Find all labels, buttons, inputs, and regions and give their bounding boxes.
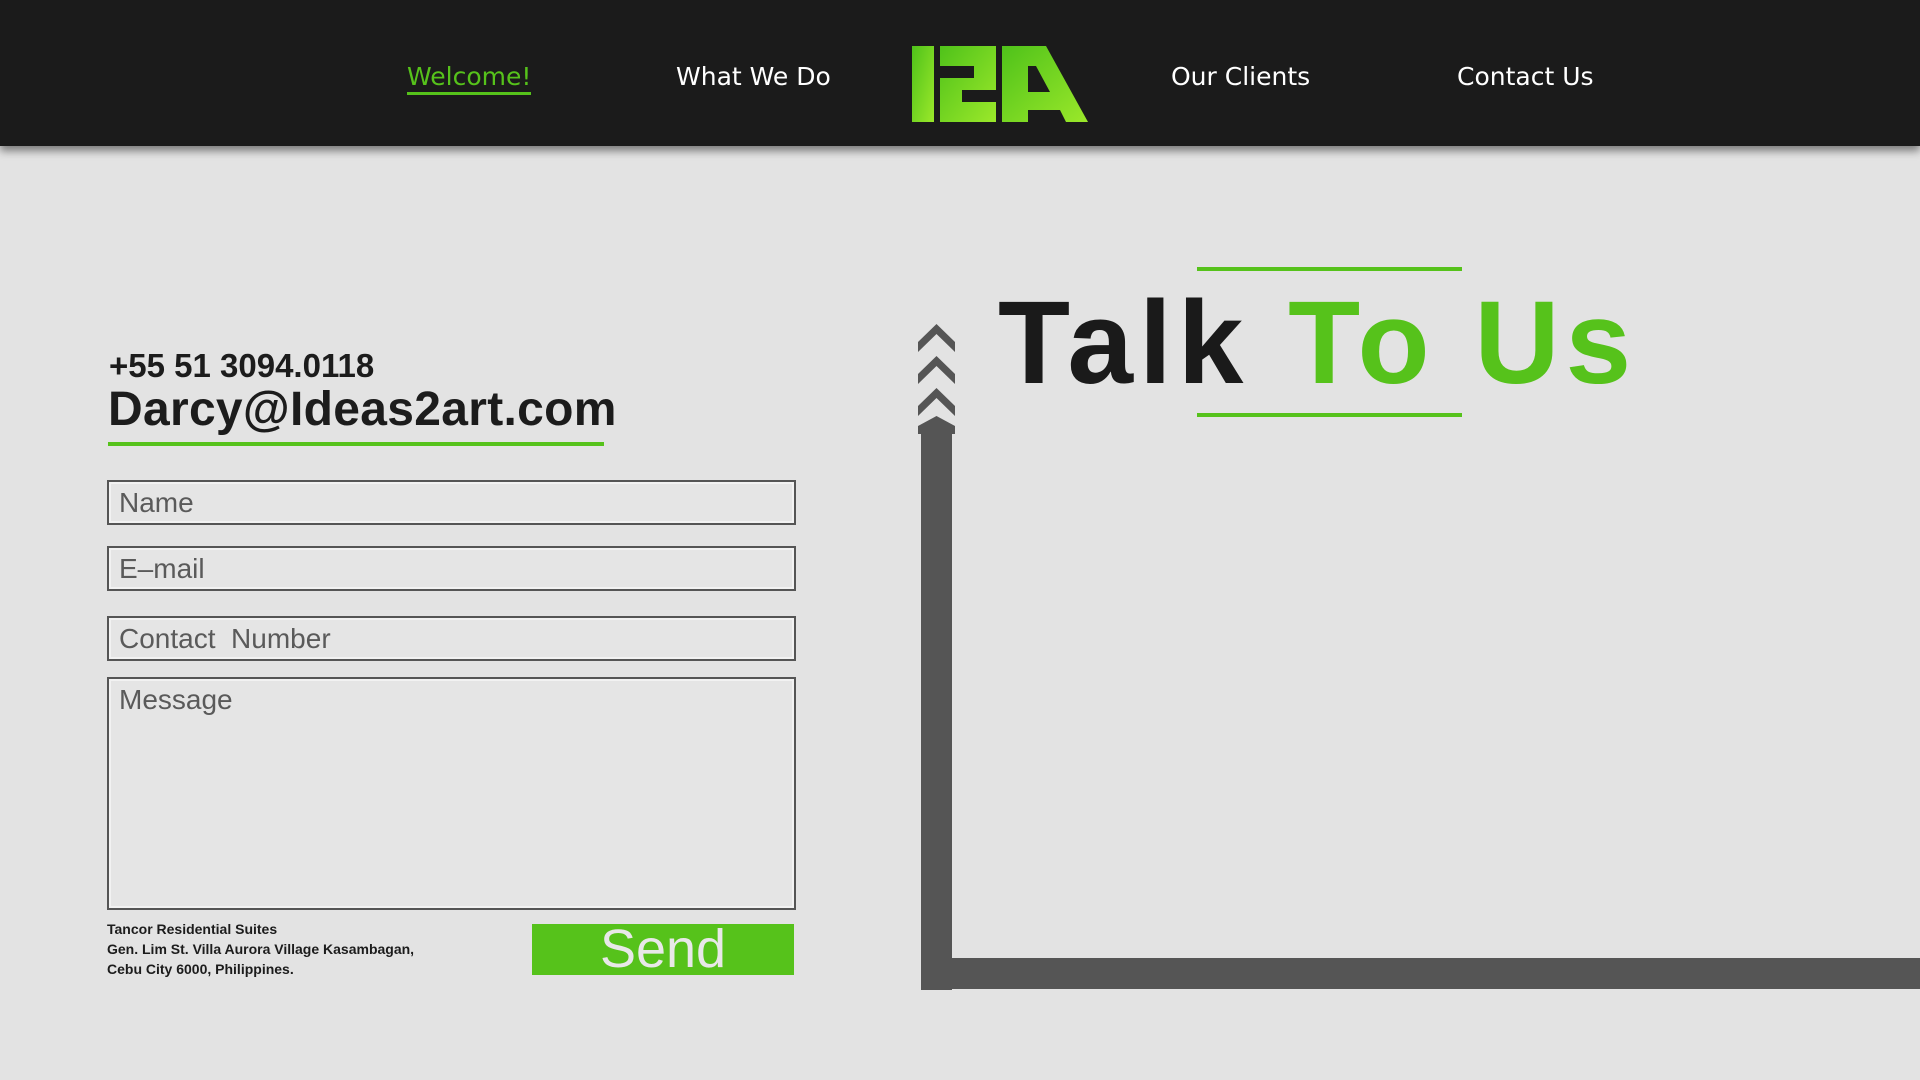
nav-what-we-do-link[interactable]: What We Do: [676, 62, 831, 91]
office-address: Tancor Residential Suites Gen. Lim St. V…: [107, 919, 414, 979]
i2a-logo[interactable]: [910, 44, 1090, 124]
message-textarea[interactable]: [107, 677, 796, 910]
email-input[interactable]: [107, 546, 796, 591]
frame-horizontal-bar: [921, 958, 1920, 989]
triple-chevron-up-icon: [918, 324, 955, 434]
email-underline: [108, 442, 604, 446]
address-line-2: Gen. Lim St. Villa Aurora Village Kasamb…: [107, 941, 415, 957]
nav-welcome-link[interactable]: Welcome!: [407, 62, 532, 95]
name-input[interactable]: [107, 480, 796, 525]
contact-phone: +55 51 3094.0118: [109, 347, 375, 384]
talk-to-us-heading: Talk To Us: [998, 283, 1637, 403]
heading-part-talk: Talk: [998, 277, 1289, 409]
address-line-1: Tancor Residential Suites: [107, 921, 278, 937]
frame-vertical-bar: [921, 430, 952, 990]
contact-email[interactable]: Darcy@Ideas2art.com: [108, 382, 617, 437]
heading-part-to-us: To Us: [1288, 277, 1638, 409]
title-bottom-line: [1197, 413, 1462, 417]
top-nav-bar: Welcome! What We Do Our Clients Contact …: [0, 0, 1920, 146]
address-line-3: Cebu City 6000, Philippines.: [107, 961, 294, 977]
send-button[interactable]: Send: [532, 922, 794, 976]
title-top-line: [1197, 267, 1462, 271]
nav-contact-us-link[interactable]: Contact Us: [1457, 62, 1594, 91]
nav-our-clients-link[interactable]: Our Clients: [1171, 62, 1310, 91]
contact-number-input[interactable]: [107, 616, 796, 661]
